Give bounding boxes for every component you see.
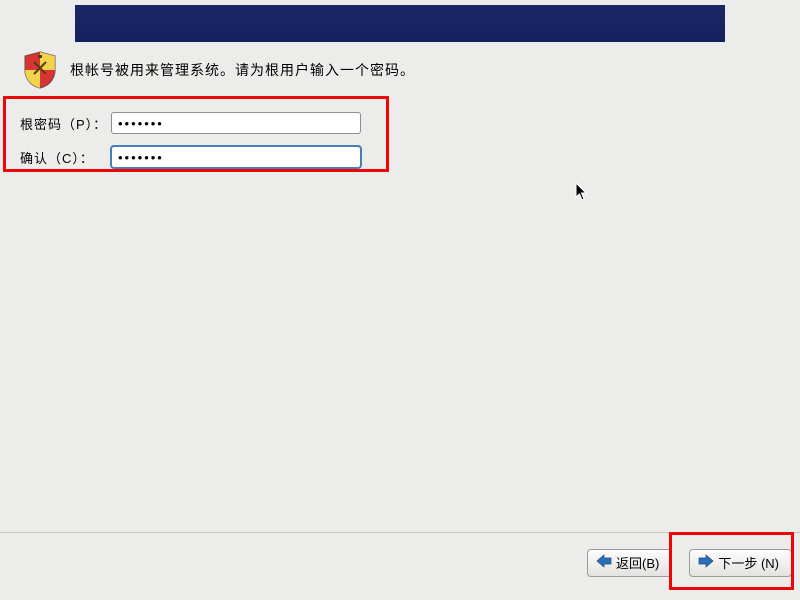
description-row: 根帐号被用来管理系统。请为根用户输入一个密码。: [22, 50, 415, 90]
confirm-password-input[interactable]: [111, 146, 361, 168]
form-highlight-box: 根密码（P）： 确认（C）：: [3, 96, 389, 172]
bottom-bar: 返回(B) 下一步 (N): [0, 532, 800, 592]
back-button[interactable]: 返回(B): [587, 549, 672, 577]
shield-icon: [22, 50, 58, 90]
header-band: [75, 5, 725, 42]
next-button-label: 下一步 (N): [718, 553, 779, 572]
next-button[interactable]: 下一步 (N): [689, 549, 792, 577]
back-button-label: 返回(B): [616, 553, 659, 572]
root-password-input[interactable]: [111, 112, 361, 134]
confirm-label: 确认（C）：: [6, 148, 111, 167]
password-label: 根密码（P）：: [6, 114, 111, 133]
arrow-right-icon: [698, 554, 714, 571]
arrow-left-icon: [596, 554, 612, 571]
mouse-cursor-icon: [575, 182, 589, 205]
description-text: 根帐号被用来管理系统。请为根用户输入一个密码。: [70, 60, 415, 80]
confirm-row: 确认（C）：: [6, 143, 386, 171]
password-row: 根密码（P）：: [6, 109, 386, 137]
